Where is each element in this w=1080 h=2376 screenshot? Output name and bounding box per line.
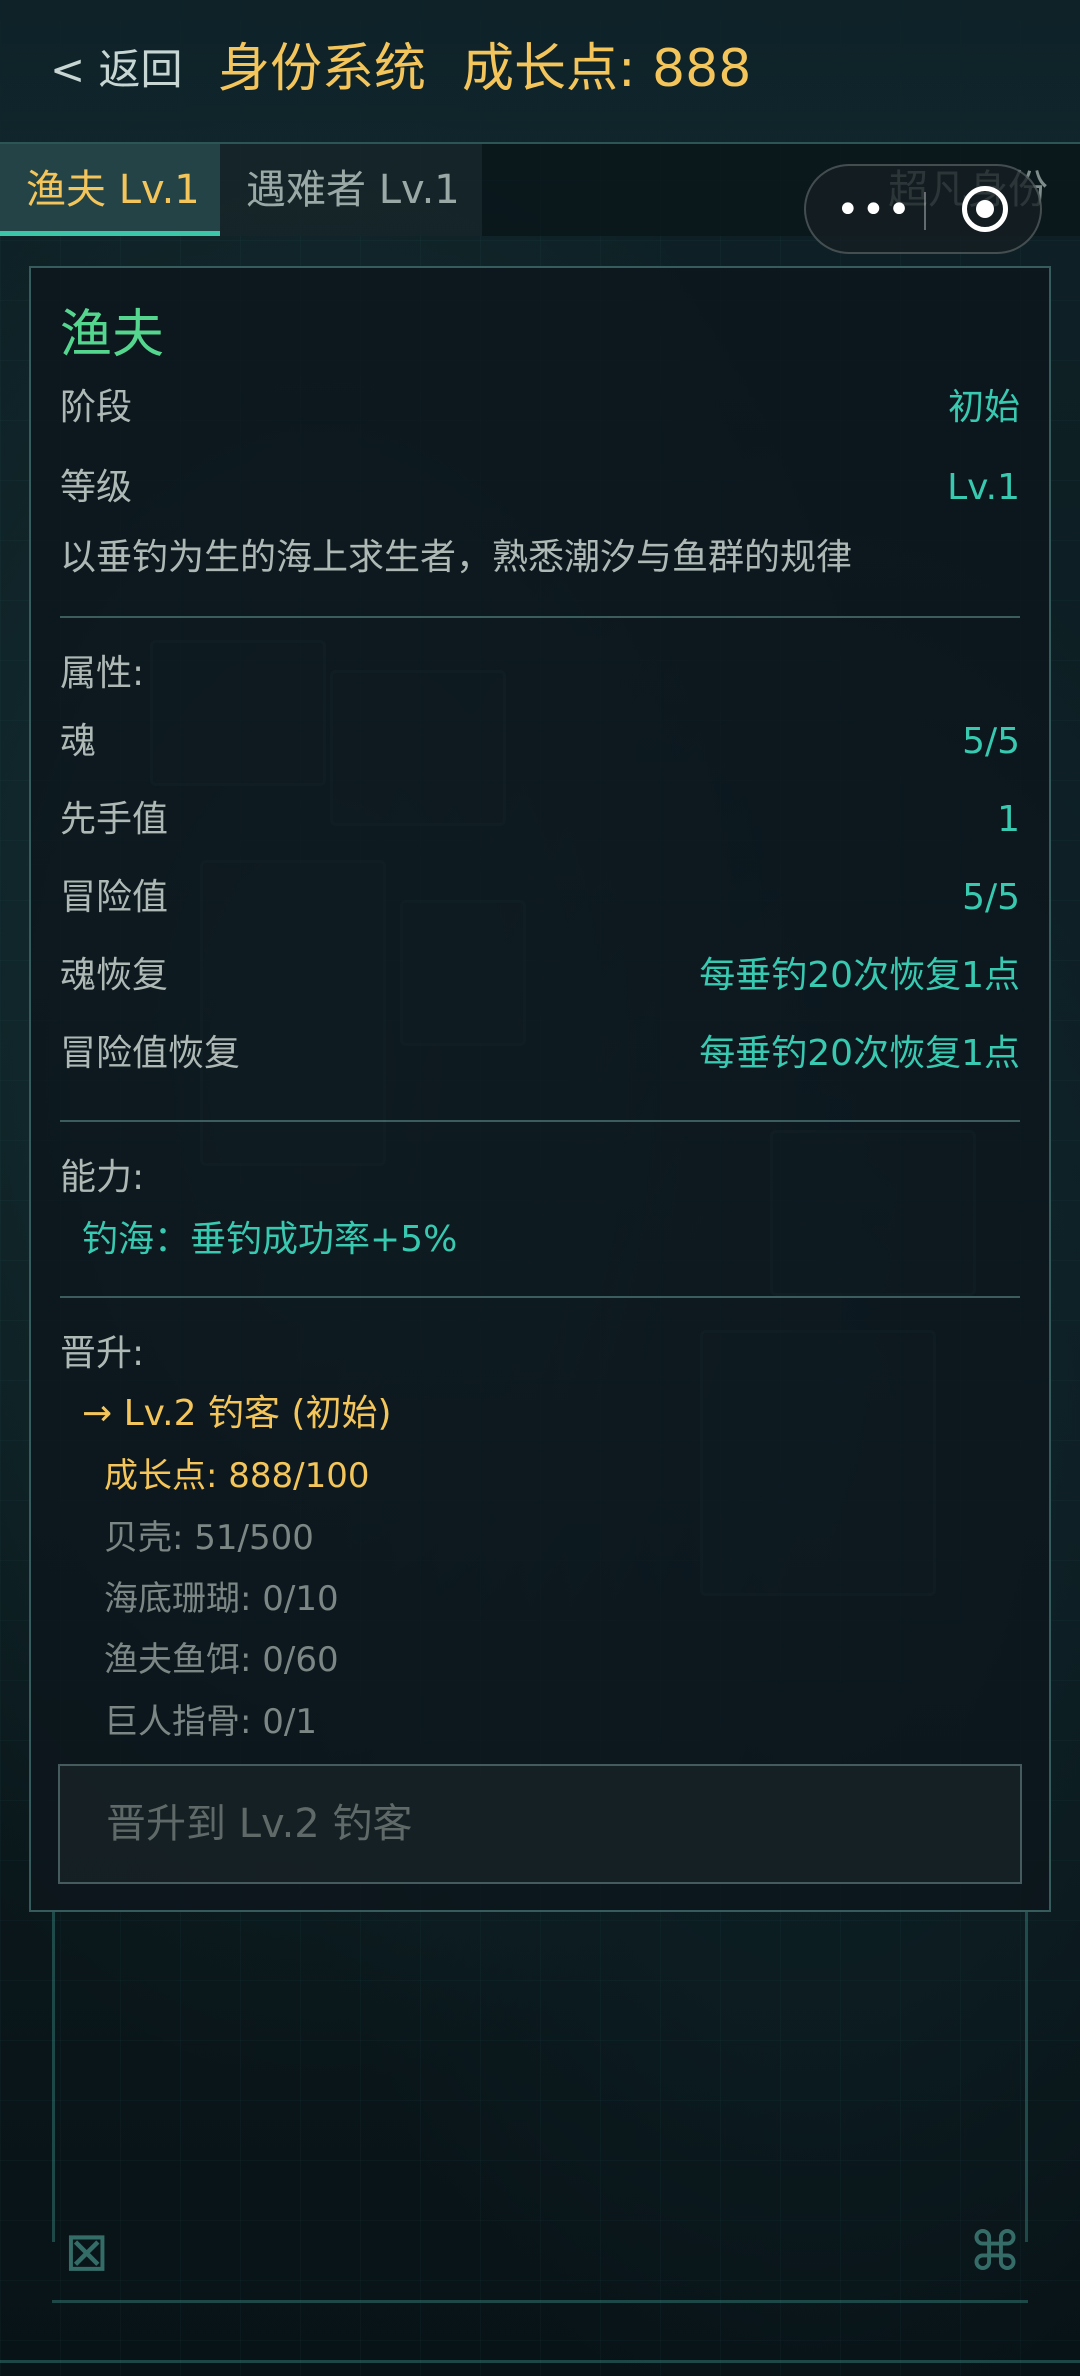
level-value: Lv.1	[947, 467, 1020, 508]
level-row: 等级 Lv.1	[60, 458, 1020, 518]
attributes-title: 属性:	[60, 653, 145, 694]
target-close-icon[interactable]	[962, 186, 1008, 232]
attribute-row: 冒险值恢复 每垂钓20次恢复1点	[60, 1024, 1020, 1084]
growth-points-display: 成长点: 888	[462, 39, 752, 99]
attribute-value: 每垂钓20次恢复1点	[699, 955, 1020, 996]
promote-button[interactable]: 晋升到 Lv.2 钓客	[58, 1764, 1022, 1884]
frame-line	[1025, 1912, 1028, 2242]
mini-program-capsule: •••	[804, 164, 1042, 254]
stage-row: 阶段 初始	[60, 378, 1020, 438]
section-divider	[60, 616, 1020, 618]
screen: ⊠ ⌘ < 返回 身份系统 成长点: 888 渔夫 Lv.1 遇难者 Lv.1 …	[0, 0, 1080, 2376]
ability-item: 钓海：垂钓成功率+5%	[82, 1219, 458, 1260]
attribute-label: 冒险值	[60, 877, 169, 918]
attribute-label: 冒险值恢复	[60, 1033, 241, 1074]
stage-label: 阶段	[60, 387, 133, 428]
attribute-value: 5/5	[962, 877, 1020, 918]
section-divider	[60, 1296, 1020, 1298]
top-bar: < 返回 身份系统 成长点: 888	[0, 0, 1080, 144]
section-divider	[60, 1120, 1020, 1122]
requirement-item: 成长点: 888/100	[104, 1456, 370, 1496]
back-button[interactable]: < 返回	[50, 40, 183, 100]
page-title: 身份系统	[218, 39, 427, 99]
frame-line	[52, 2300, 1028, 2303]
attribute-label: 魂恢复	[60, 955, 169, 996]
attribute-row: 先手值 1	[60, 790, 1020, 850]
attribute-value: 1	[997, 799, 1020, 840]
attribute-row: 魂恢复 每垂钓20次恢复1点	[60, 946, 1020, 1006]
tab-fisherman[interactable]: 渔夫 Lv.1	[0, 144, 220, 236]
requirement-item: 渔夫鱼饵: 0/60	[104, 1640, 339, 1680]
tab-castaway[interactable]: 遇难者 Lv.1	[220, 144, 482, 236]
more-dots-icon[interactable]: •••	[836, 190, 911, 230]
stage-value: 初始	[947, 387, 1020, 428]
requirement-item: 海底珊瑚: 0/10	[104, 1579, 339, 1619]
identity-description: 以垂钓为生的海上求生者，熟悉潮汐与鱼群的规律	[60, 537, 853, 578]
attribute-label: 魂	[60, 721, 97, 762]
level-label: 等级	[60, 467, 133, 508]
requirement-item: 巨人指骨: 0/1	[104, 1702, 317, 1742]
corner-emblem-icon: ⊠	[64, 2220, 110, 2283]
promotion-target: → Lv.2 钓客 (初始)	[82, 1393, 392, 1434]
identity-name: 渔夫	[60, 305, 165, 365]
abilities-title: 能力:	[60, 1157, 145, 1198]
attribute-row: 魂 5/5	[60, 712, 1020, 772]
requirement-item: 贝壳: 51/500	[104, 1518, 314, 1558]
attribute-label: 先手值	[60, 799, 169, 840]
frame-line	[0, 2360, 1080, 2363]
attribute-value: 每垂钓20次恢复1点	[699, 1033, 1020, 1074]
attribute-value: 5/5	[962, 721, 1020, 762]
capsule-divider	[924, 192, 926, 230]
attribute-row: 冒险值 5/5	[60, 868, 1020, 928]
promotion-title: 晋升:	[60, 1333, 145, 1374]
corner-emblem-icon: ⌘	[968, 2220, 1022, 2283]
frame-line	[52, 1912, 55, 2242]
